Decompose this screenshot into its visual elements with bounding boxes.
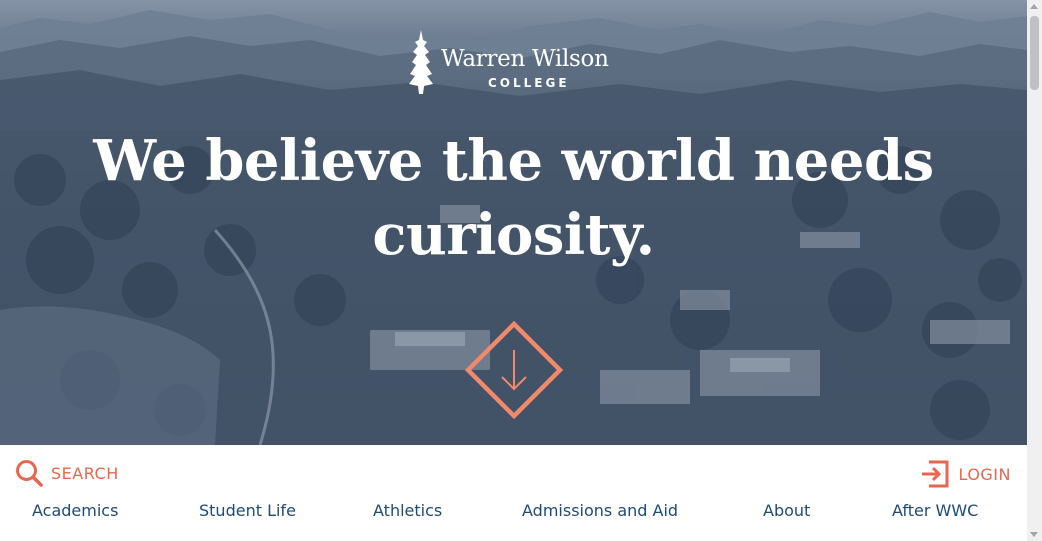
nav-item-academics[interactable]: Academics — [32, 501, 118, 520]
nav-item-admissions-and-aid[interactable]: Admissions and Aid — [522, 501, 678, 520]
login-button[interactable]: LOGIN — [920, 459, 1011, 489]
scroll-down-button[interactable] — [464, 320, 564, 420]
nav-item-after-wwc[interactable]: After WWC — [892, 501, 978, 520]
college-logo[interactable]: Warren Wilson COLLEGE — [408, 30, 628, 96]
main-navigation: SEARCH LOGIN Academics Student Life Athl… — [0, 445, 1027, 541]
scrollbar-thumb[interactable] — [1030, 16, 1039, 90]
nav-item-athletics[interactable]: Athletics — [373, 501, 442, 520]
scroll-down-arrow-icon[interactable] — [1030, 532, 1038, 537]
login-icon — [922, 460, 949, 488]
search-button[interactable]: SEARCH — [15, 459, 119, 487]
login-label: LOGIN — [958, 464, 1011, 484]
logo-name: Warren Wilson — [441, 46, 609, 72]
hero-banner: Warren Wilson COLLEGE We believe the wor… — [0, 0, 1027, 445]
primary-menu: Academics Student Life Athletics Admissi… — [0, 501, 1027, 527]
tree-icon — [409, 30, 433, 94]
nav-item-student-life[interactable]: Student Life — [199, 501, 296, 520]
logo-subtitle: COLLEGE — [488, 76, 570, 90]
vertical-scrollbar[interactable] — [1027, 0, 1042, 541]
nav-item-about[interactable]: About — [763, 501, 810, 520]
search-icon — [16, 460, 43, 487]
search-label: SEARCH — [51, 463, 119, 483]
hero-headline: We believe the world needs curiosity. — [93, 128, 934, 268]
scroll-up-arrow-icon[interactable] — [1030, 4, 1038, 9]
arrow-down-diamond-icon — [464, 320, 564, 420]
